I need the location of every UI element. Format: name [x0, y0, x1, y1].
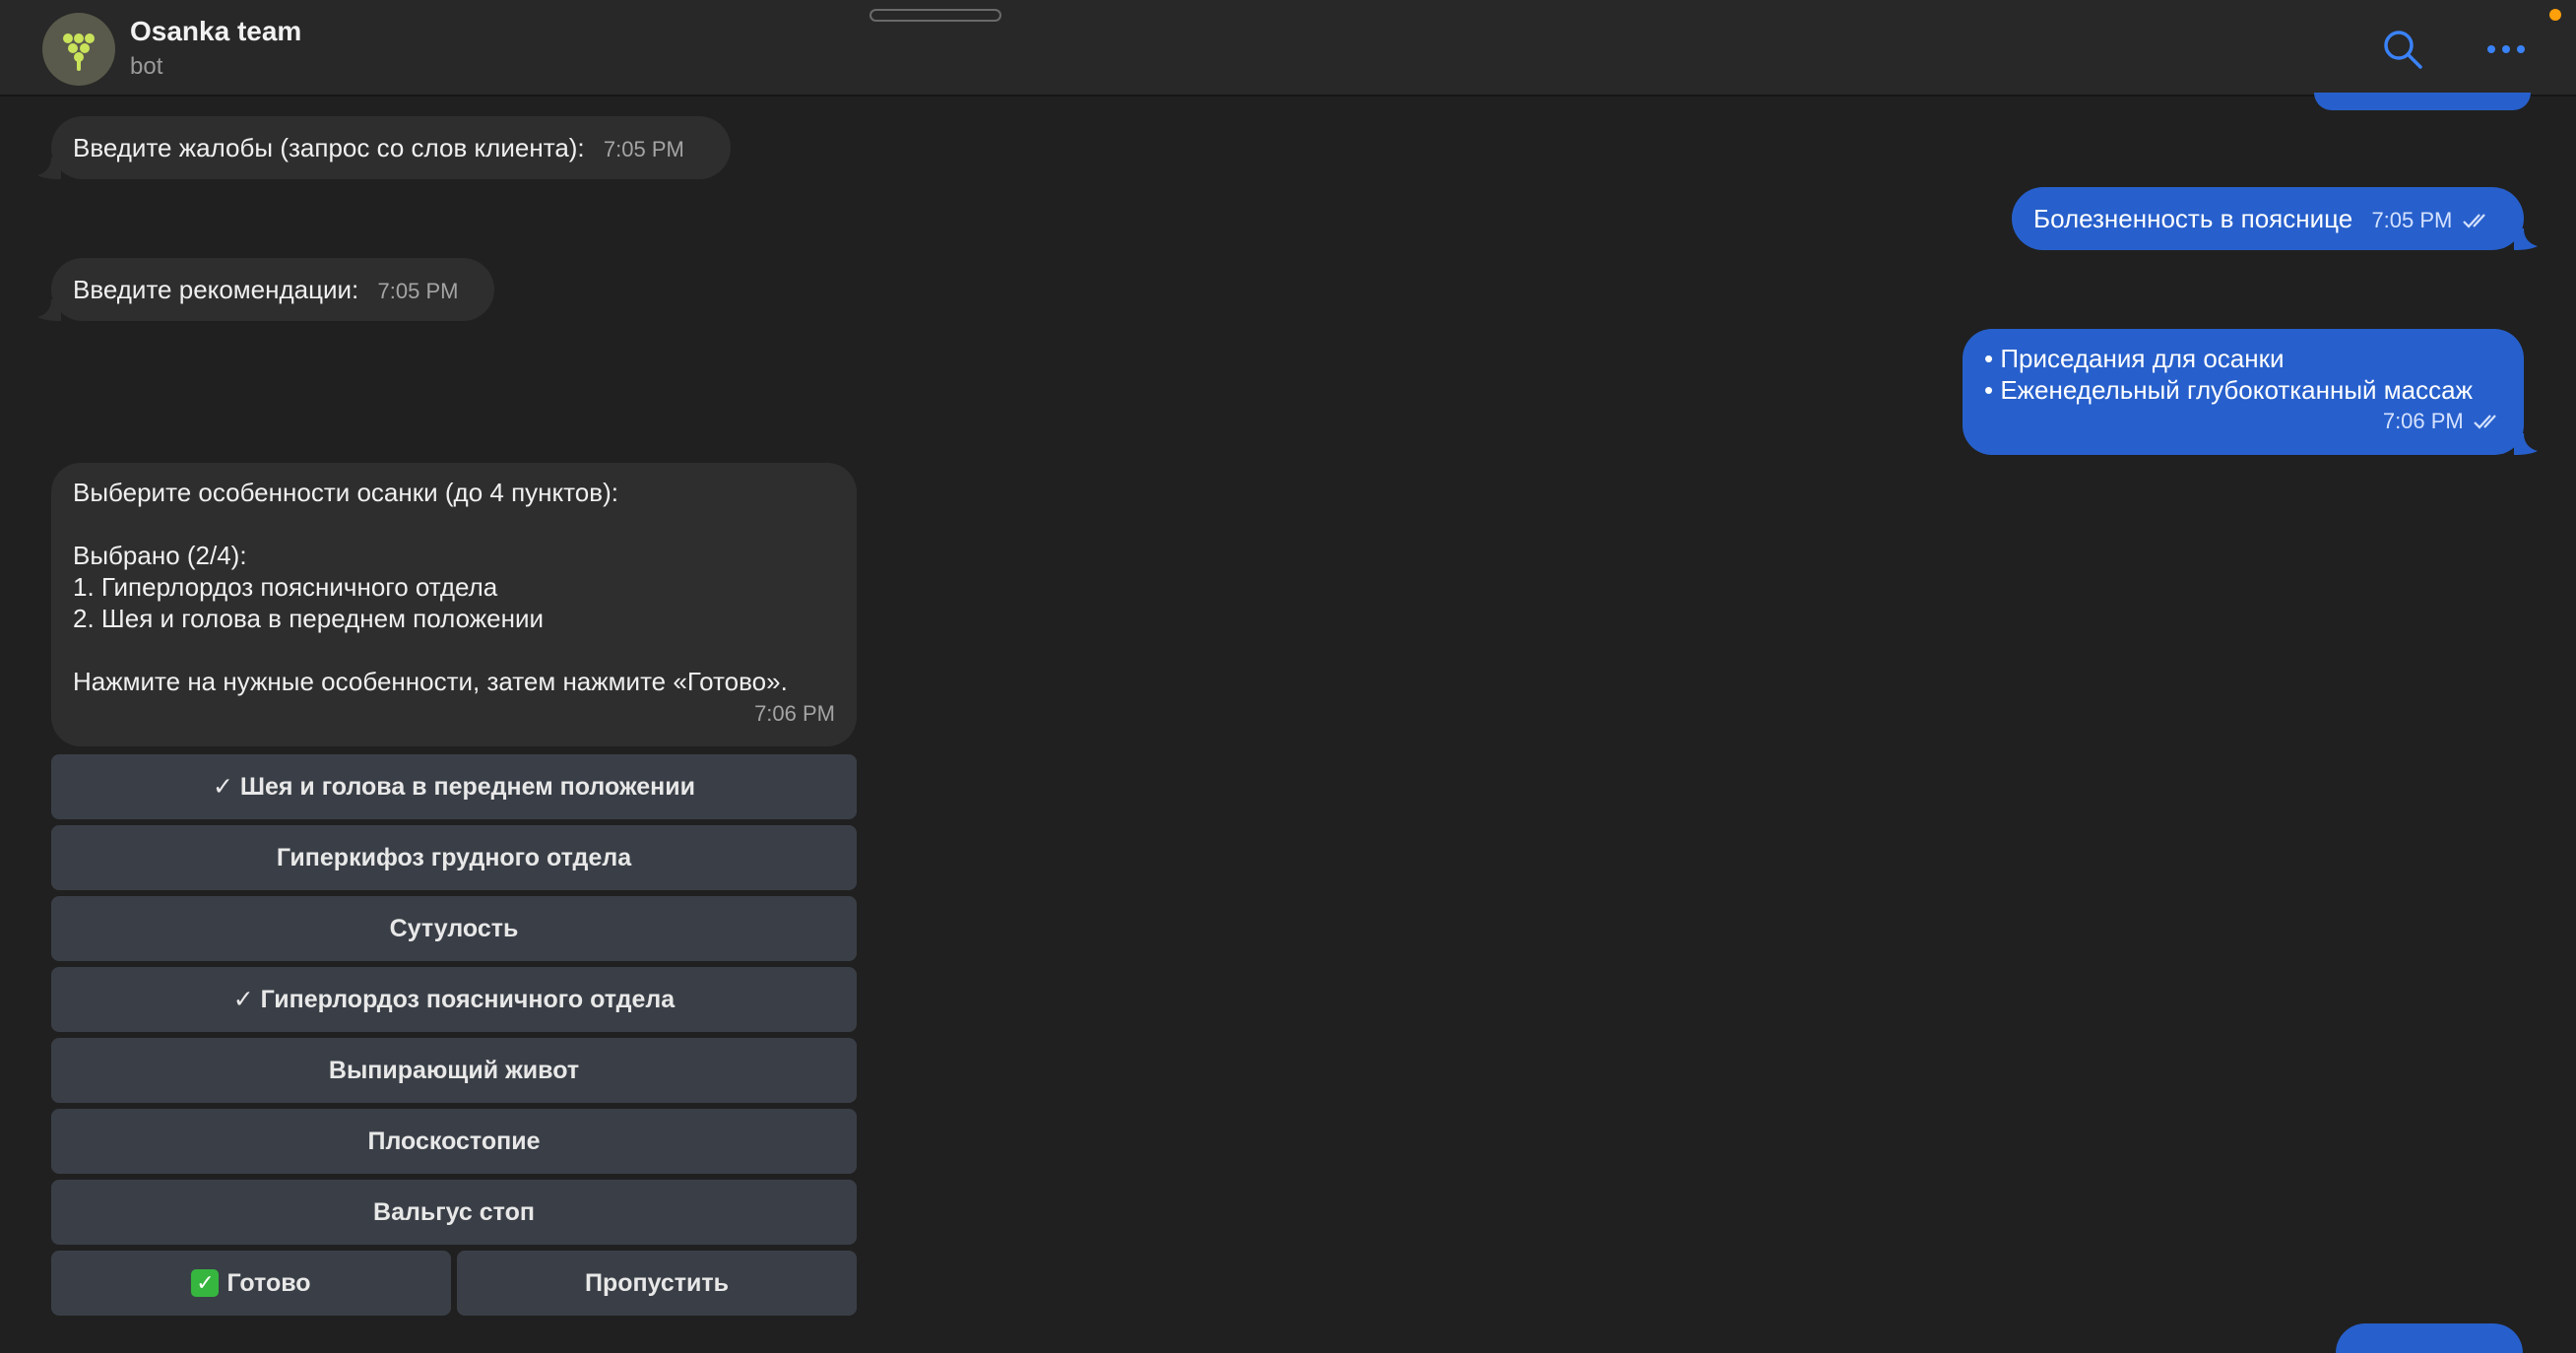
keyboard-button[interactable]: Выпирающий живот [51, 1038, 857, 1103]
checkmark-icon: ✓ [191, 1269, 220, 1297]
message-text: Болезненность в пояснице [2033, 204, 2353, 233]
message-line: 2. Шея и голова в переднем положении [73, 604, 545, 633]
message-time: 7:05 PM [603, 137, 684, 161]
message-time: 7:05 PM [2371, 208, 2453, 232]
done-button[interactable]: ✓ Готово [51, 1251, 451, 1316]
message-bubble-outgoing[interactable]: • Приседания для осанки • Еженедельный г… [1963, 329, 2524, 455]
keyboard-button[interactable]: ✓ Гиперлордоз поясничного отдела [51, 967, 857, 1032]
message-line: Выберите особенности осанки (до 4 пункто… [73, 478, 618, 507]
more-icon[interactable] [2485, 39, 2527, 59]
keyboard-button[interactable]: Гиперкифоз грудного отдела [51, 825, 857, 890]
window-drag-handle[interactable] [869, 9, 1001, 22]
avatar-logo-icon [63, 33, 95, 71]
notification-dot [2549, 9, 2561, 21]
keyboard-button[interactable]: ✓ Шея и голова в переднем положении [51, 754, 857, 819]
message-line [73, 508, 835, 540]
bubble-tail [37, 158, 61, 179]
message-line [73, 634, 835, 666]
message-line: 1. Гиперлордоз поясничного отдела [73, 572, 498, 602]
bubble-tail [2514, 228, 2538, 250]
bubble-tail [2514, 433, 2538, 455]
message-text: Введите рекомендации: [73, 275, 359, 304]
double-check-icon [2462, 214, 2485, 228]
message-text: Введите жалобы (запрос со слов клиента): [73, 133, 585, 162]
message-time: 7:06 PM [2382, 409, 2464, 433]
search-icon[interactable] [2381, 28, 2424, 71]
message-bubble-incoming[interactable]: Выберите особенности осанки (до 4 пункто… [51, 463, 857, 746]
keyboard-button[interactable]: Плоскостопие [51, 1109, 857, 1174]
message-line: • Приседания для осанки [1984, 344, 2285, 373]
message-line: Нажмите на нужные особенности, затем наж… [73, 667, 788, 696]
keyboard-button[interactable]: Вальгус стоп [51, 1180, 857, 1245]
message-bubble-incoming[interactable]: Введите рекомендации: 7:05 PM [51, 258, 494, 321]
message-bubble-partial [2314, 93, 2531, 110]
chat-subtitle: bot [130, 53, 163, 80]
message-time: 7:06 PM [754, 701, 835, 726]
message-time: 7:05 PM [377, 279, 459, 303]
message-bubble-incoming[interactable]: Введите жалобы (запрос со слов клиента):… [51, 116, 731, 179]
avatar[interactable] [42, 13, 115, 86]
keyboard-button[interactable]: Сутулость [51, 896, 857, 961]
message-bubble-partial [2336, 1323, 2523, 1353]
bubble-tail [37, 299, 61, 321]
chat-title[interactable]: Osanka team [130, 16, 301, 47]
double-check-icon [2474, 415, 2496, 429]
message-line: Выбрано (2/4): [73, 541, 247, 570]
chat-header: Osanka team bot [0, 0, 2576, 97]
skip-button[interactable]: Пропустить [457, 1251, 857, 1316]
done-button-label: Готово [226, 1268, 311, 1297]
message-bubble-outgoing[interactable]: Болезненность в пояснице 7:05 PM [2012, 187, 2524, 250]
message-line: • Еженедельный глубокотканный массаж [1984, 375, 2473, 405]
